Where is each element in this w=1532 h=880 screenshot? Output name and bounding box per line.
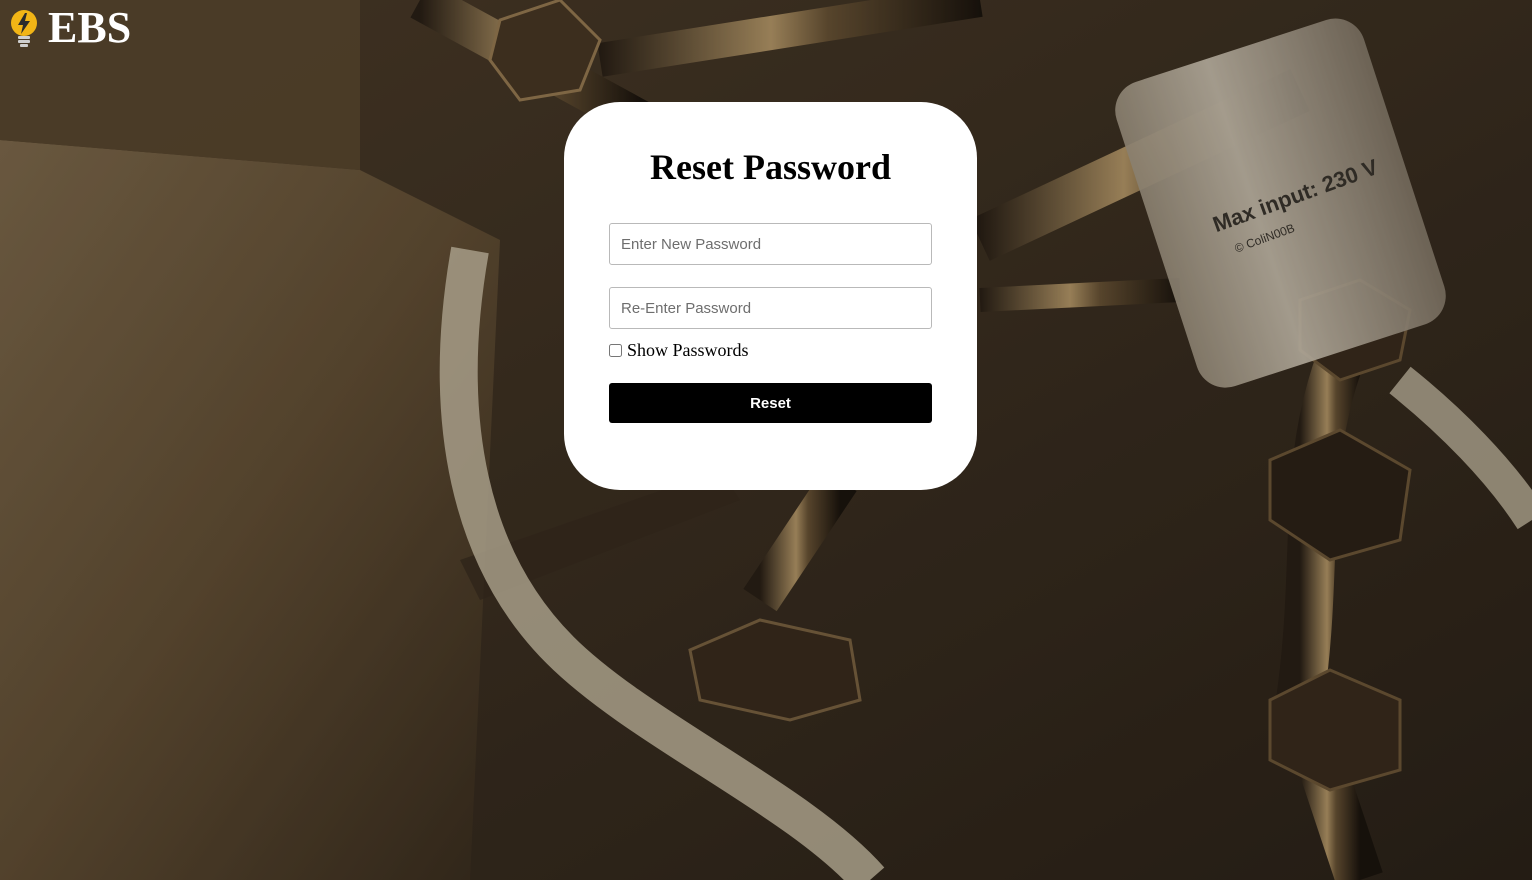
reset-button[interactable]: Reset — [609, 383, 932, 423]
page-title: Reset Password — [650, 147, 891, 187]
lightbulb-bolt-icon — [11, 10, 37, 47]
brand[interactable]: EBS — [8, 6, 131, 50]
brand-name: EBS — [48, 3, 132, 52]
show-passwords-checkbox[interactable] — [609, 344, 622, 357]
show-passwords-label: Show Passwords — [627, 340, 749, 360]
show-passwords-row[interactable]: Show Passwords — [609, 340, 749, 361]
reenter-password-input[interactable] — [609, 287, 932, 329]
new-password-input[interactable] — [609, 223, 932, 265]
reset-password-card: Reset Password Show Passwords Reset — [564, 102, 977, 490]
